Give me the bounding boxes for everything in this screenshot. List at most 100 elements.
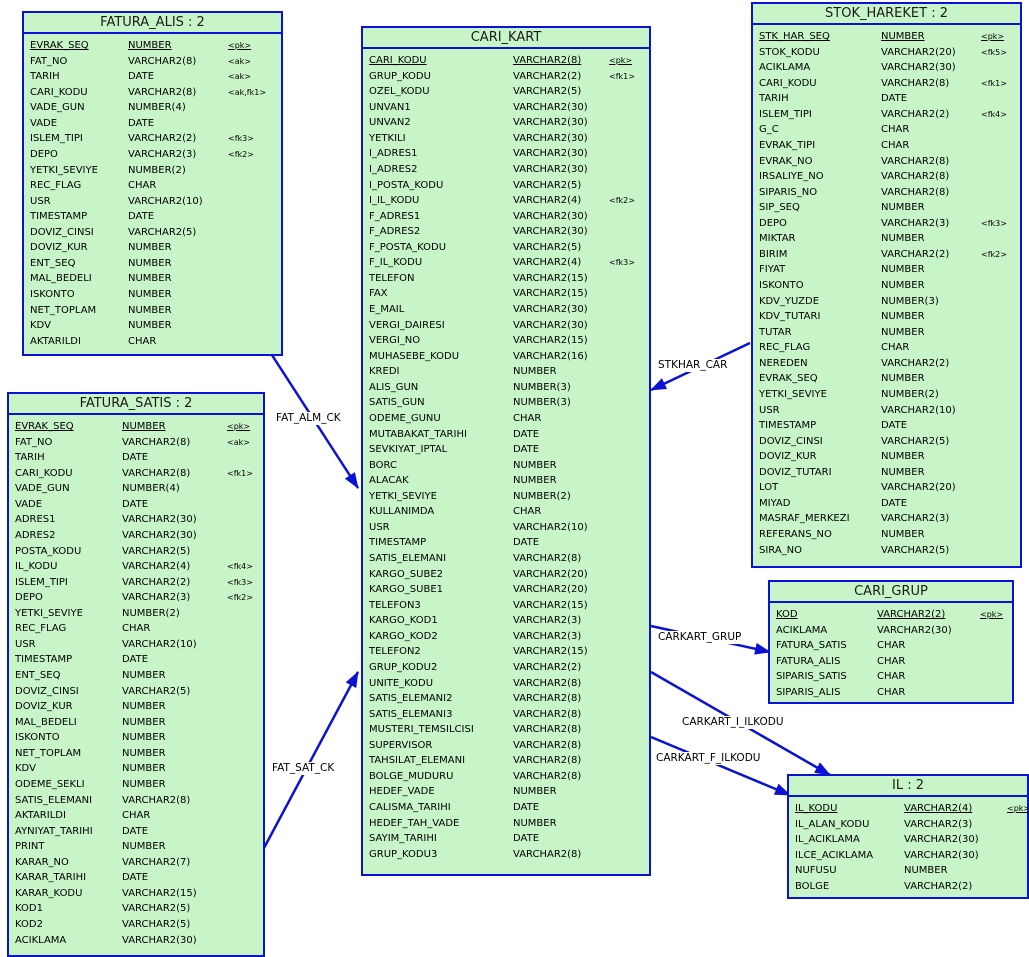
column-name: MAL_BEDELI: [15, 716, 77, 728]
column-row: F_POSTA_KODU VARCHAR2(5): [363, 240, 649, 256]
column-name: ISLEM_TIPI: [15, 576, 68, 588]
column-row: AKTARILDI CHAR: [24, 334, 281, 350]
column-name: ODEME_SEKLI: [15, 778, 85, 790]
column-row: I_POSTA_KODU VARCHAR2(5): [363, 178, 649, 194]
entity-fatura-satis[interactable]: FATURA_SATIS : 2 EVRAK_SEQ NUMBER <pk> FAT_…: [7, 392, 265, 957]
column-name: MIYAD: [759, 497, 791, 509]
column-name: UNVAN1: [369, 101, 411, 113]
column-name: FAT_NO: [15, 436, 53, 448]
column-row: ISLEM_TIPI VARCHAR2(2) <fk3>: [9, 575, 263, 591]
column-name: CARI_KODU: [369, 55, 427, 66]
column-type: CHAR: [122, 810, 151, 822]
column-row: TUTAR NUMBER: [753, 325, 1020, 341]
column-type: NUMBER(3): [513, 381, 571, 393]
entity-cari-kart[interactable]: CARI_KART CARI_KODU VARCHAR2(8) <pk> GRUP_K…: [361, 26, 651, 876]
column-row: CARI_KODU VARCHAR2(8) <fk1>: [753, 76, 1020, 92]
column-name: I_IL_KODU: [369, 195, 420, 207]
column-type: NUMBER: [128, 304, 172, 316]
column-type: DATE: [513, 802, 540, 813]
column-name: VERGI_DAIRESI: [369, 319, 445, 331]
column-row: MUTABAKAT_TARIHI DATE: [363, 427, 649, 443]
column-name: FAX: [369, 288, 388, 300]
column-name: SATIS_ELEMANI3: [369, 708, 453, 720]
column-type: CHAR: [881, 139, 910, 151]
entity-title: CARI_GRUP: [770, 582, 1012, 603]
column-name: YETKI_SEVIYE: [369, 490, 437, 502]
column-row: DOVIZ_KUR NUMBER: [753, 449, 1020, 465]
column-name: SIP_SEQ: [759, 202, 800, 214]
column-row: IRSALIYE_NO VARCHAR2(8): [753, 169, 1020, 185]
column-type: NUMBER: [881, 280, 925, 291]
column-type: VARCHAR2(20): [881, 46, 956, 58]
column-row: ODEME_SEKLI NUMBER: [9, 777, 263, 793]
column-type: NUMBER: [881, 326, 925, 338]
column-name: EVRAK_NO: [759, 155, 813, 167]
column-name: DEPO: [15, 592, 43, 604]
column-row: SIPARIS_SATIS CHAR: [770, 669, 1012, 685]
column-name: REC_FLAG: [15, 623, 67, 635]
column-type: VARCHAR2(8): [513, 739, 582, 751]
entity-il[interactable]: IL : 2 IL_KODU VARCHAR2(4) <pk> IL_ALAN_KOD…: [787, 774, 1029, 899]
column-row: BOLGE_MUDURU VARCHAR2(8): [363, 769, 649, 785]
column-key: <pk>: [228, 41, 252, 50]
column-row: KOD1 VARCHAR2(5): [9, 901, 263, 917]
column-name: HEDEF_TAH_VADE: [369, 817, 460, 829]
column-type: VARCHAR2(8): [513, 755, 582, 767]
column-type: NUMBER(4): [122, 483, 180, 495]
column-name: SAYIM_TARIHI: [369, 833, 437, 845]
column-row: TIMESTAMP DATE: [363, 535, 649, 551]
column-name: KDV_TUTARI: [759, 311, 821, 323]
column-name: LOT: [759, 482, 779, 494]
column-name: VADE: [15, 498, 43, 510]
column-row: MASRAF_MERKEZI VARCHAR2(3): [753, 511, 1020, 527]
column-type: VARCHAR2(30): [513, 132, 588, 144]
column-name: ILCE_ACIKLAMA: [795, 849, 874, 861]
column-row: USR VARCHAR2(10): [753, 403, 1020, 419]
column-name: BOLGE: [795, 880, 830, 892]
column-type: VARCHAR2(30): [513, 319, 588, 331]
column-row: DOVIZ_KUR NUMBER: [24, 240, 281, 256]
link-fat-sat-ck[interactable]: [262, 671, 360, 849]
column-row: ALIS_GUN NUMBER(3): [363, 380, 649, 396]
column-name: YETKI_SEVIYE: [15, 607, 83, 619]
column-name: F_POSTA_KODU: [369, 241, 447, 253]
column-name: IL_KODU: [795, 803, 838, 814]
column-type: VARCHAR2(3): [513, 615, 582, 627]
column-type: DATE: [128, 211, 155, 223]
column-name: DOVIZ_KUR: [759, 451, 817, 463]
column-type: NUMBER: [122, 778, 166, 790]
column-row: DOVIZ_TUTARI NUMBER: [753, 465, 1020, 481]
column-row: HEDEF_TAH_VADE NUMBER: [363, 816, 649, 832]
column-row: VADE DATE: [9, 497, 263, 513]
column-type: VARCHAR2(5): [122, 685, 191, 697]
column-row: UNITE_KODU VARCHAR2(8): [363, 676, 649, 692]
column-type: VARCHAR2(3): [122, 592, 191, 604]
column-name: KOD: [776, 609, 798, 620]
entity-cari-grup[interactable]: CARI_GRUP KOD VARCHAR2(2) <pk> ACIKLAMA VARC…: [768, 580, 1014, 704]
column-row: ACIKLAMA VARCHAR2(30): [753, 60, 1020, 76]
column-name: VADE_GUN: [30, 102, 85, 114]
column-name: DEPO: [759, 217, 787, 229]
column-name: CALISMA_TARIHI: [369, 802, 451, 813]
column-row: KARGO_KOD2 VARCHAR2(3): [363, 629, 649, 645]
column-row: KARGO_SUBE1 VARCHAR2(20): [363, 582, 649, 598]
column-name: REFERANS_NO: [759, 529, 832, 540]
column-name: BOLGE_MUDURU: [369, 770, 454, 782]
column-row: GRUP_KODU3 VARCHAR2(8): [363, 847, 649, 863]
column-row: NET_TOPLAM NUMBER: [9, 746, 263, 762]
column-row: TAHSILAT_ELEMANI VARCHAR2(8): [363, 753, 649, 769]
column-name: MUSTERI_TEMSILCISI: [369, 724, 474, 736]
column-name: ISLEM_TIPI: [759, 108, 812, 120]
column-row: VADE_GUN NUMBER(4): [24, 100, 281, 116]
entity-fatura-alis[interactable]: FATURA_ALIS : 2 EVRAK_SEQ NUMBER <pk> FAT_N…: [22, 11, 283, 356]
column-list: KOD VARCHAR2(2) <pk> ACIKLAMA VARCHAR2(30) FA…: [770, 603, 1012, 700]
column-type: VARCHAR2(3): [128, 148, 197, 160]
entity-stok-hareket[interactable]: STOK_HAREKET : 2 STK_HAR_SEQ NUMBER <pk> ST…: [751, 2, 1022, 568]
column-name: CARI_KODU: [759, 77, 817, 89]
column-row: EVRAK_SEQ NUMBER <pk>: [9, 419, 263, 435]
column-name: KARGO_SUBE1: [369, 584, 443, 596]
column-type: VARCHAR2(4): [513, 257, 582, 269]
column-row: STK_HAR_SEQ NUMBER <pk>: [753, 29, 1020, 45]
column-row: LOT VARCHAR2(20): [753, 480, 1020, 496]
link-carkart-f-ilkodu[interactable]: [650, 735, 791, 797]
